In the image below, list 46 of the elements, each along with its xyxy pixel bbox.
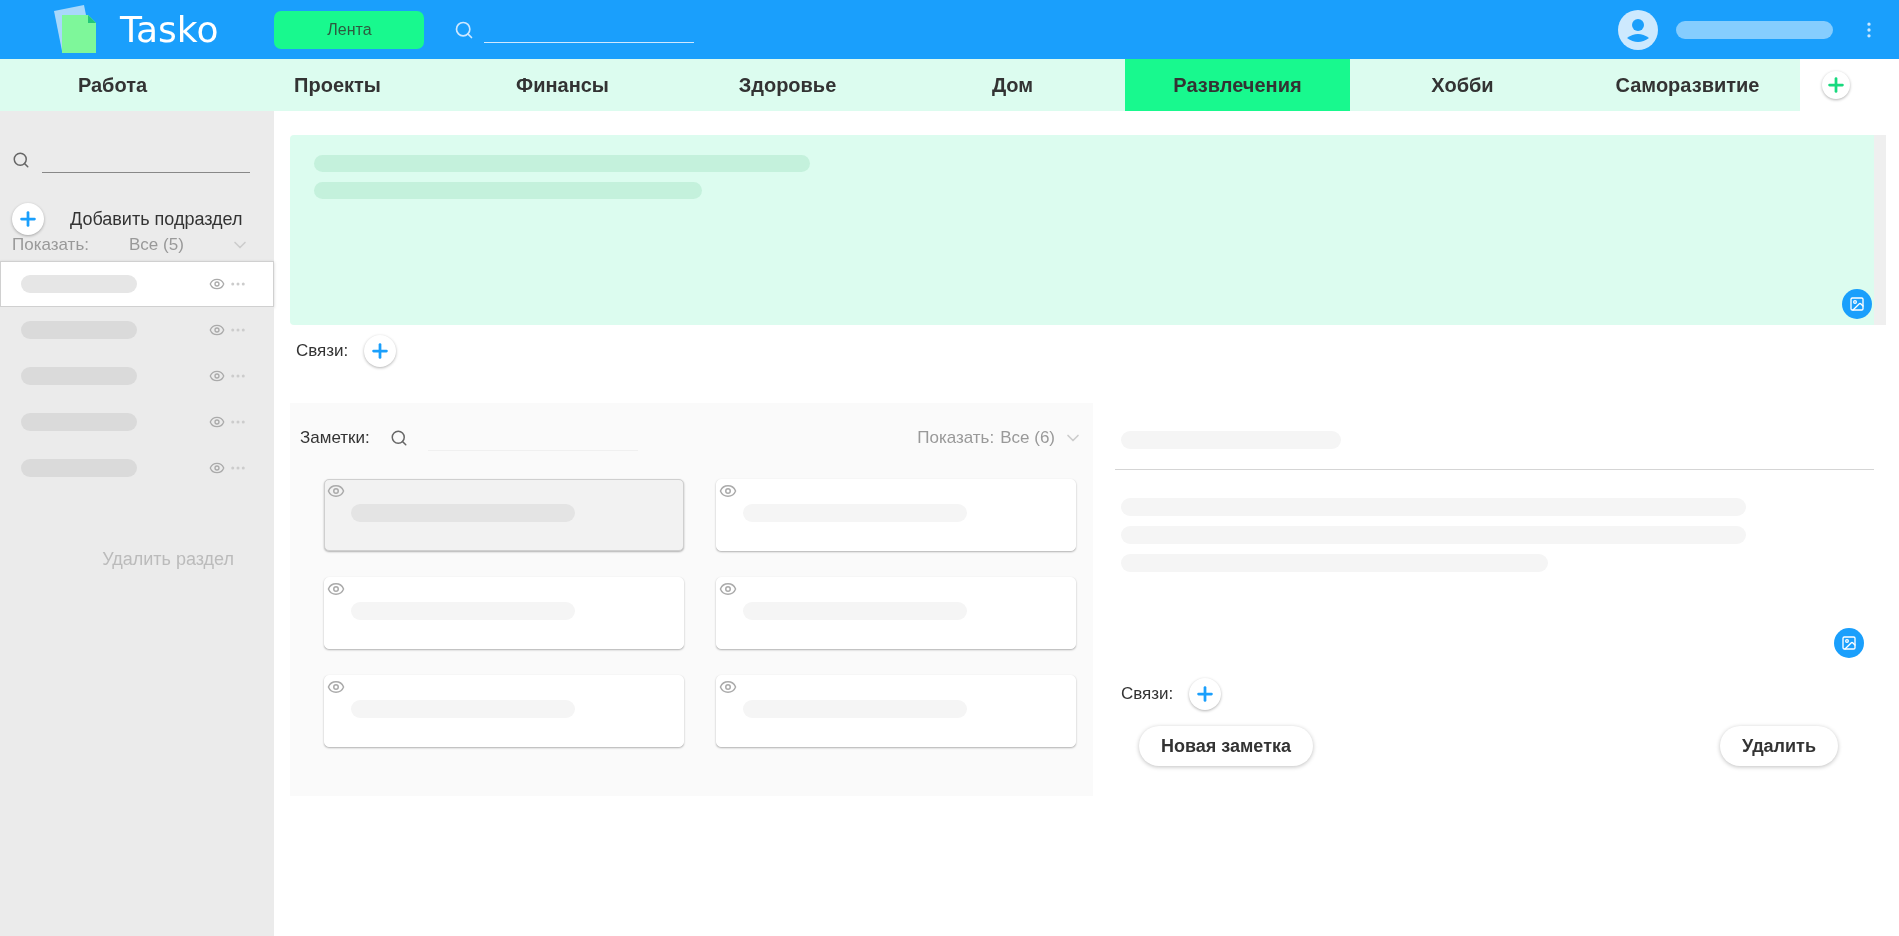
- eye-icon[interactable]: [719, 678, 737, 696]
- insert-image-button[interactable]: [1842, 289, 1872, 319]
- eye-icon[interactable]: [209, 368, 225, 384]
- eye-icon[interactable]: [719, 580, 737, 598]
- section-tab[interactable]: Работа: [0, 59, 225, 111]
- show-label: Показать:: [12, 235, 89, 255]
- plus-icon: [1825, 74, 1847, 96]
- eye-icon[interactable]: [209, 414, 225, 430]
- show-label: Показать:: [917, 428, 995, 448]
- section-tab[interactable]: Саморазвитие: [1575, 59, 1800, 111]
- new-note-button[interactable]: Новая заметка: [1139, 726, 1313, 766]
- insert-image-button[interactable]: [1834, 628, 1864, 658]
- eye-icon[interactable]: [327, 482, 345, 500]
- eye-icon[interactable]: [209, 322, 225, 338]
- eye-icon[interactable]: [209, 460, 225, 476]
- add-link-button[interactable]: [1189, 678, 1222, 710]
- delete-button[interactable]: Удалить: [1720, 726, 1838, 766]
- section-tab[interactable]: Дом: [900, 59, 1125, 111]
- section-tab[interactable]: Финансы: [450, 59, 675, 111]
- section-tab[interactable]: Проекты: [225, 59, 450, 111]
- scrollbar[interactable]: [1874, 135, 1886, 325]
- search-icon: [12, 151, 30, 169]
- eye-icon[interactable]: [327, 580, 345, 598]
- eye-icon[interactable]: [209, 276, 225, 292]
- links-label: Связи:: [296, 341, 349, 361]
- avatar-icon[interactable]: [1618, 9, 1658, 50]
- eye-icon[interactable]: [719, 482, 737, 500]
- image-icon: [1849, 296, 1865, 312]
- note-card[interactable]: [324, 479, 684, 551]
- links-label: Связи:: [1121, 684, 1174, 704]
- section-tab[interactable]: Здоровье: [675, 59, 900, 111]
- add-tab-button[interactable]: [1822, 71, 1850, 99]
- search-icon: [389, 429, 408, 447]
- add-subsection-label: Добавить подраздел: [70, 208, 243, 230]
- section-tab[interactable]: Хобби: [1350, 59, 1575, 111]
- section-tab[interactable]: Развлечения: [1125, 59, 1350, 111]
- app-logo: Tasko: [120, 9, 219, 50]
- eye-icon[interactable]: [327, 678, 345, 696]
- subsection-item[interactable]: [0, 261, 274, 307]
- image-icon: [1841, 635, 1857, 651]
- notes-label: Заметки:: [300, 428, 370, 448]
- add-subsection-button[interactable]: [12, 203, 44, 235]
- search-icon: [454, 19, 475, 40]
- plus-icon: [17, 208, 39, 230]
- add-link-button[interactable]: [364, 335, 397, 367]
- feed-button[interactable]: Лента: [274, 10, 425, 49]
